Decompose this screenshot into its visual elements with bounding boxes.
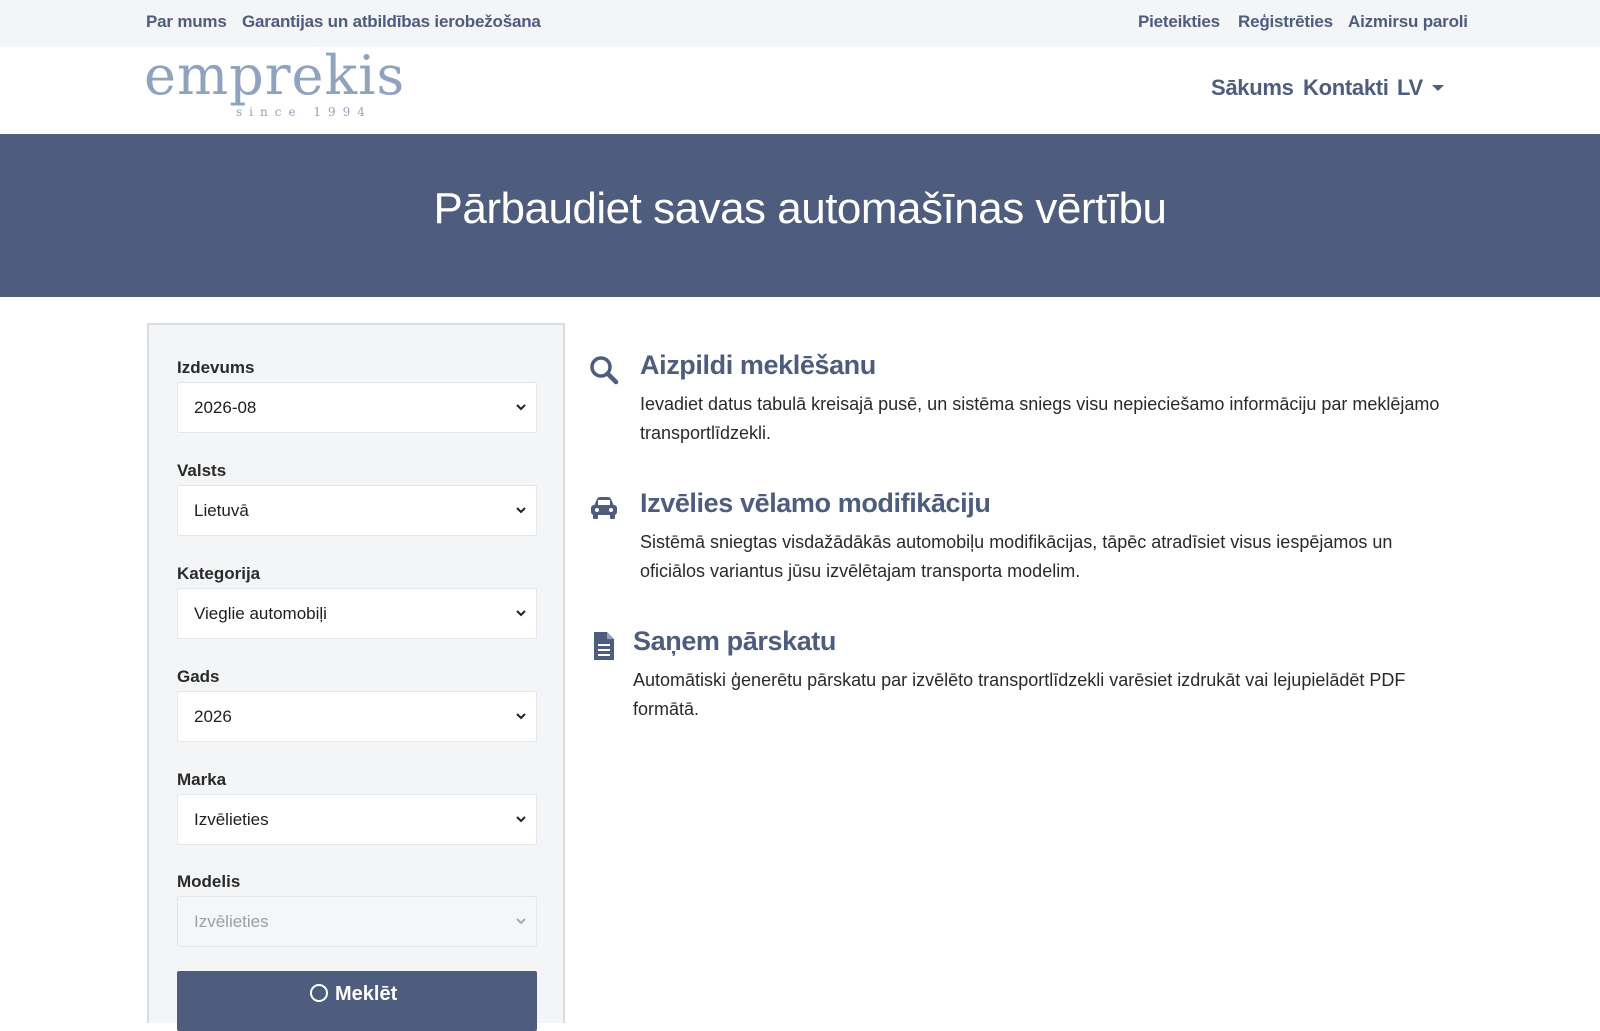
link-forgot-password[interactable]: Aizmirsu paroli: [1348, 12, 1468, 32]
select-category[interactable]: Vieglie automobiļi: [177, 588, 537, 639]
search-icon: [310, 984, 328, 1002]
link-register[interactable]: Reģistrēties: [1238, 12, 1333, 32]
select-make-value: Izvēlieties: [194, 810, 269, 829]
select-year-value: 2026: [194, 707, 232, 726]
label-make: Marka: [177, 770, 227, 789]
document-icon: [594, 632, 614, 660]
feature-text-get-report: Automātiski ģenerētu pārskatu par izvēlē…: [633, 670, 1406, 719]
label-edition: Izdevums: [177, 358, 255, 377]
link-warranty-disclaimer[interactable]: Garantijas un atbildības ierobežošana: [242, 12, 541, 32]
select-country[interactable]: Lietuvā: [177, 485, 537, 536]
label-country: Valsts: [177, 461, 227, 480]
feature-text-fill-search: Ievadiet datus tabulā kreisajā pusē, un …: [640, 394, 1440, 443]
select-make[interactable]: Izvēlieties: [177, 794, 537, 845]
top-utility-bar: Par mums Garantijas un atbildības ierobe…: [0, 0, 1600, 47]
nav-home[interactable]: Sākums: [1211, 75, 1294, 101]
feature-title-get-report: Saņem pārskatu: [633, 626, 836, 656]
chevron-down-icon: [516, 404, 526, 411]
select-category-value: Vieglie automobiļi: [194, 604, 327, 623]
search-button-label: Meklēt: [335, 983, 398, 1005]
select-country-value: Lietuvā: [194, 501, 249, 520]
main-navbar: emprekis since 1994 Sākums Kontakti LV: [0, 47, 1600, 134]
select-edition[interactable]: 2026-08: [177, 382, 537, 433]
search-panel: Izdevums 2026-08 Valsts Lietuvā Kategori…: [147, 323, 565, 1031]
chevron-down-icon: [516, 507, 526, 514]
search-icon: [590, 356, 619, 385]
chevron-down-icon: [516, 713, 526, 720]
car-icon: [591, 497, 617, 519]
label-year: Gads: [177, 667, 220, 686]
select-edition-value: 2026-08: [194, 398, 257, 417]
feature-title-choose-modification: Izvēlies vēlamo modifikāciju: [640, 488, 991, 518]
link-login[interactable]: Pieteikties: [1138, 12, 1220, 32]
chevron-down-icon: [516, 918, 526, 925]
feature-title-fill-search: Aizpildi meklēšanu: [640, 350, 876, 380]
label-model: Modelis: [177, 872, 241, 891]
select-year[interactable]: 2026: [177, 691, 537, 742]
link-about-us[interactable]: Par mums: [146, 12, 227, 32]
feature-text-choose-modification: Sistēmā sniegtas visdažādākās automobiļu…: [640, 532, 1393, 581]
nav-contacts[interactable]: Kontakti: [1303, 75, 1389, 101]
select-model[interactable]: Izvēlieties: [177, 896, 537, 947]
label-category: Kategorija: [177, 564, 261, 583]
language-dropdown[interactable]: LV: [1397, 75, 1423, 101]
logo[interactable]: emprekis since 1994: [144, 49, 404, 127]
search-button[interactable]: Meklēt: [177, 971, 537, 1031]
chevron-down-icon: [516, 816, 526, 823]
hero-banner: Pārbaudiet savas automašīnas vērtību: [0, 134, 1600, 297]
select-model-value: Izvēlieties: [194, 912, 269, 931]
logo-wordmark: emprekis: [144, 44, 406, 107]
chevron-down-icon: [516, 610, 526, 617]
chevron-down-icon: [1432, 85, 1444, 91]
logo-tagline: since 1994: [236, 105, 372, 119]
hero-title: Pārbaudiet savas automašīnas vērtību: [433, 184, 1167, 233]
